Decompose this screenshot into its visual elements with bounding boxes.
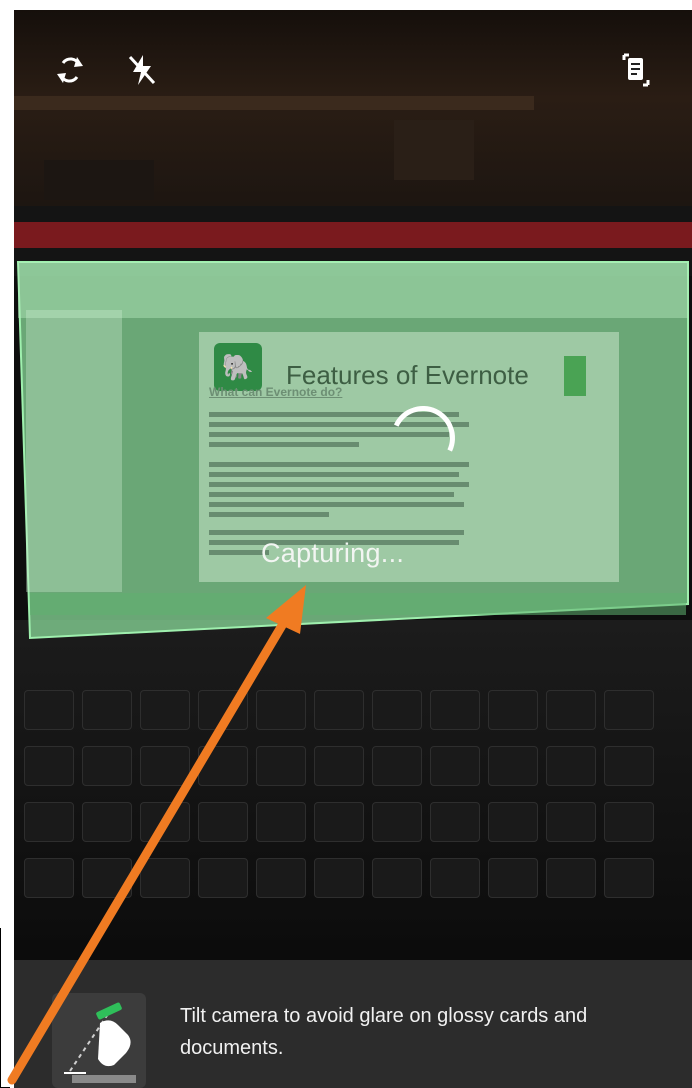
screenshot-frame: 🐘 Features of Evernote What can Evernote… — [0, 0, 692, 1088]
tip-bar: Tilt camera to avoid glare on glossy car… — [14, 960, 692, 1088]
evernote-logo: 🐘 — [214, 343, 262, 391]
document-mode-icon[interactable] — [616, 50, 656, 90]
tilt-camera-illustration — [64, 1002, 136, 1083]
flash-off-glyph — [128, 55, 156, 85]
tilt-camera-icon — [52, 993, 146, 1088]
camera-switch-glyph — [57, 57, 83, 83]
capturing-label: Capturing... — [261, 538, 405, 568]
slide-subtitle: What can Evernote do? — [209, 385, 343, 399]
flash-off-icon[interactable] — [122, 50, 162, 90]
tip-text: Tilt camera to avoid glare on glossy car… — [180, 1005, 588, 1059]
camera-switch-icon[interactable] — [50, 50, 90, 90]
annotation-outline — [0, 928, 10, 1088]
slide-accent-bar — [564, 356, 586, 396]
camera-viewfinder: 🐘 Features of Evernote What can Evernote… — [14, 10, 692, 1088]
document-mode-glyph — [622, 53, 650, 87]
